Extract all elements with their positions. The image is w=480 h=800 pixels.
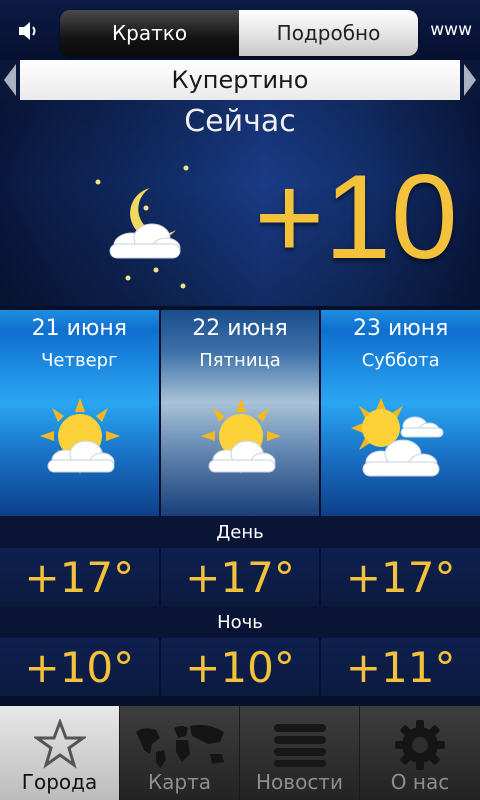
arrow-right-icon bbox=[464, 64, 476, 96]
view-mode-switch: Кратко Подробно bbox=[60, 10, 418, 56]
www-button[interactable]: www bbox=[430, 20, 472, 40]
current-temperature: +10 bbox=[254, 150, 458, 284]
next-city-button[interactable] bbox=[460, 60, 480, 100]
tab-label: Города bbox=[21, 770, 98, 794]
sound-button[interactable] bbox=[4, 6, 54, 56]
tab-news[interactable]: Новости bbox=[240, 706, 360, 800]
star-icon bbox=[34, 719, 86, 769]
forecast-weekday: Четверг bbox=[41, 350, 118, 371]
forecast-date: 21 июня bbox=[31, 316, 128, 341]
day-label: День bbox=[0, 516, 480, 548]
moon-cloud-icon bbox=[95, 165, 189, 289]
forecast-weekday: Пятница bbox=[199, 350, 281, 371]
night-temperature: +10° bbox=[160, 638, 320, 696]
segment-brief[interactable]: Кратко bbox=[60, 10, 239, 56]
night-temperature: +11° bbox=[321, 638, 480, 696]
bottom-tab-bar: Города Карта Новости О нас bbox=[0, 706, 480, 800]
segment-detailed[interactable]: Подробно bbox=[239, 10, 418, 56]
arrow-left-icon bbox=[4, 64, 16, 96]
forecast-day[interactable]: 21 июня Четверг bbox=[0, 310, 159, 516]
city-name: Купертино bbox=[20, 60, 460, 100]
sun-clouds-icon bbox=[351, 398, 444, 477]
tab-cities[interactable]: Города bbox=[0, 706, 120, 800]
now-label: Сейчас bbox=[184, 104, 296, 139]
tab-label: Карта bbox=[147, 770, 212, 794]
tab-about[interactable]: О нас bbox=[360, 706, 480, 800]
tab-map[interactable]: Карта bbox=[120, 706, 240, 800]
day-temperature: +17° bbox=[321, 548, 480, 606]
day-temperature: +17° bbox=[160, 548, 320, 606]
speaker-icon bbox=[19, 22, 36, 40]
current-weather: Сейчас +10 bbox=[0, 100, 480, 306]
gear-icon bbox=[395, 720, 445, 770]
sun-cloud-icon bbox=[40, 398, 120, 474]
sun-cloud-icon bbox=[200, 398, 281, 474]
day-temperatures: +17° +17° +17° bbox=[0, 548, 480, 606]
night-temperatures: +10° +10° +11° bbox=[0, 638, 480, 696]
forecast-day[interactable]: 22 июня Пятница bbox=[160, 310, 320, 516]
city-selector: Купертино bbox=[0, 60, 480, 100]
tab-label: Новости bbox=[256, 770, 343, 794]
night-temperature: +10° bbox=[0, 638, 159, 696]
previous-city-button[interactable] bbox=[0, 60, 20, 100]
forecast-days: 21 июня Четверг 22 июня Пятница 23 июня … bbox=[0, 310, 480, 516]
world-map-icon bbox=[136, 724, 224, 768]
top-bar: Кратко Подробно www bbox=[0, 0, 480, 60]
night-label: Ночь bbox=[0, 606, 480, 638]
day-temperature: +17° bbox=[0, 548, 159, 606]
forecast-date: 22 июня bbox=[192, 316, 288, 341]
forecast-day[interactable]: 23 июня Суббота bbox=[321, 310, 480, 516]
forecast-weekday: Суббота bbox=[361, 350, 440, 371]
news-lines-icon bbox=[274, 724, 326, 767]
tab-label: О нас bbox=[390, 770, 450, 794]
forecast-date: 23 июня bbox=[352, 316, 449, 341]
